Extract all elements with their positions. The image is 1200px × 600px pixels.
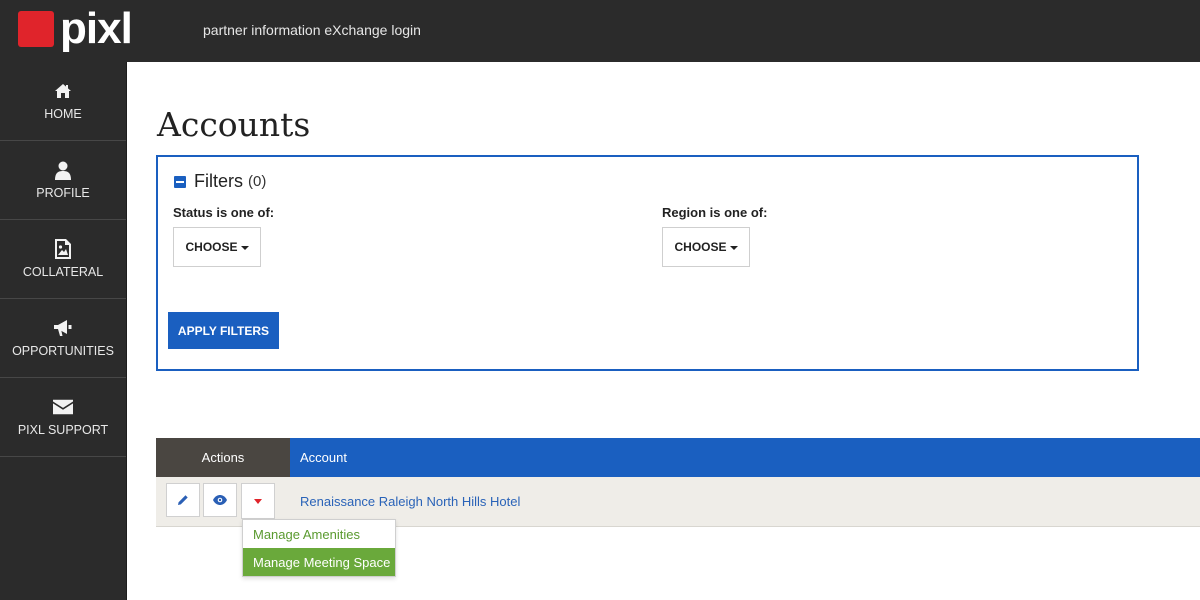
- filters-count: (0): [248, 173, 267, 190]
- logo-text: pixl: [60, 4, 133, 53]
- more-actions-dropdown-button[interactable]: [241, 483, 275, 519]
- pencil-icon: [178, 495, 188, 505]
- table-header: Actions Account: [156, 438, 1200, 477]
- sidebar-item-home[interactable]: HOME: [0, 62, 126, 141]
- sidebar-item-label: PIXL SUPPORT: [17, 423, 109, 437]
- collapse-minus-icon[interactable]: [174, 175, 186, 188]
- apply-filters-button[interactable]: APPLY FILTERS: [168, 312, 279, 349]
- pixl-logo[interactable]: pixl: [18, 4, 133, 54]
- status-filter-label: Status is one of:: [173, 205, 275, 220]
- sidebar-item-opportunities[interactable]: OPPORTUNITIES: [0, 299, 126, 378]
- edit-button[interactable]: [166, 483, 200, 517]
- view-button[interactable]: [203, 483, 237, 517]
- sidebar-item-pixl-support[interactable]: PIXL SUPPORT: [0, 378, 126, 457]
- region-choose-label: CHOOSE: [674, 240, 727, 254]
- eye-icon: [213, 495, 227, 505]
- column-header-account[interactable]: Account: [290, 438, 1200, 477]
- caret-down-icon: [240, 246, 249, 250]
- actions-dropdown-menu: Manage Amenities Manage Meeting Space: [242, 519, 396, 577]
- menu-item-manage-meeting-space[interactable]: Manage Meeting Space: [243, 548, 395, 576]
- sidebar-item-collateral[interactable]: COLLATERAL: [0, 220, 126, 299]
- sidebar-item-label: COLLATERAL: [22, 265, 104, 279]
- sidebar-item-label: HOME: [44, 107, 82, 121]
- logo-square-icon: [18, 11, 54, 47]
- sidebar: HOME PROFILE COLLATERAL OPPORTUNITIES PI…: [0, 62, 127, 600]
- accounts-table: Actions Account Renaissance Raleigh Nort…: [156, 438, 1200, 527]
- menu-item-manage-amenities[interactable]: Manage Amenities: [243, 520, 395, 548]
- image-file-icon: [53, 239, 73, 259]
- region-filter-label: Region is one of:: [662, 205, 768, 220]
- caret-down-icon: [729, 246, 738, 250]
- column-header-actions: Actions: [156, 438, 290, 477]
- page-title: Accounts: [157, 105, 311, 144]
- user-icon: [53, 160, 73, 180]
- region-choose-button[interactable]: CHOOSE: [662, 227, 750, 267]
- envelope-icon: [53, 397, 73, 417]
- filters-title: Filters: [194, 171, 243, 191]
- filters-header: Filters (0): [174, 171, 266, 192]
- home-icon: [53, 81, 73, 101]
- account-link[interactable]: Renaissance Raleigh North Hills Hotel: [290, 477, 1200, 526]
- top-bar: pixl partner information eXchange login: [0, 0, 1200, 62]
- sidebar-item-label: OPPORTUNITIES: [12, 344, 114, 358]
- sidebar-item-profile[interactable]: PROFILE: [0, 141, 126, 220]
- header-tagline: partner information eXchange login: [203, 22, 421, 38]
- megaphone-icon: [53, 318, 73, 338]
- filters-panel: Filters (0) Status is one of: CHOOSE Reg…: [156, 155, 1139, 371]
- status-choose-button[interactable]: CHOOSE: [173, 227, 261, 267]
- caret-down-icon: [254, 498, 262, 504]
- sidebar-item-label: PROFILE: [36, 186, 90, 200]
- status-choose-label: CHOOSE: [185, 240, 238, 254]
